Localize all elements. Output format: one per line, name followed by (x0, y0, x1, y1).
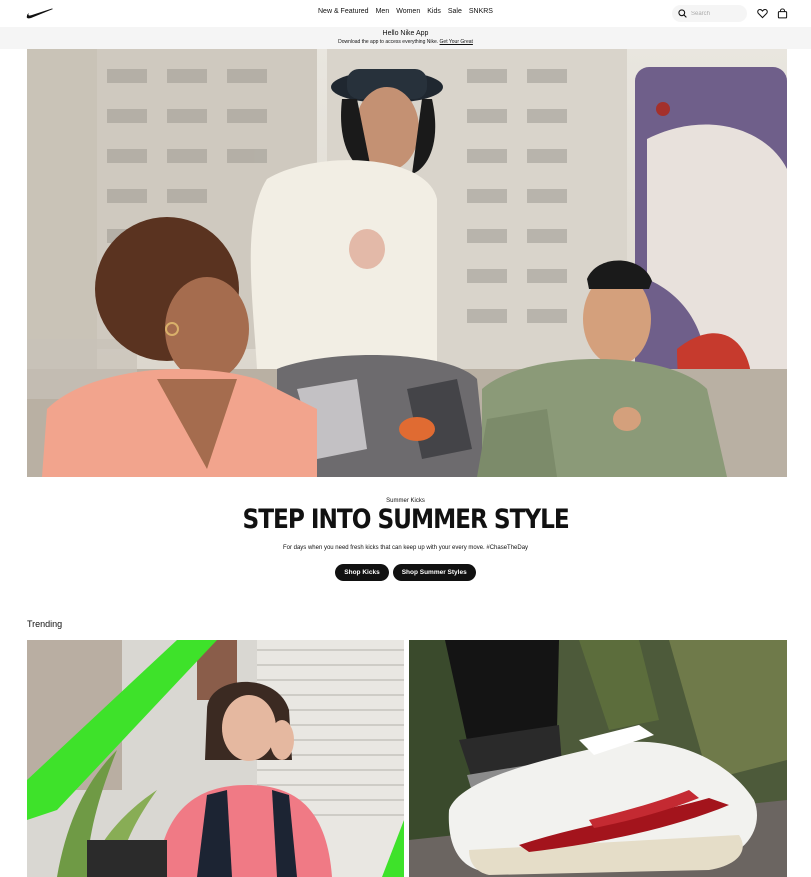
trending-tile-apparel[interactable] (27, 640, 404, 877)
heart-icon[interactable] (757, 8, 768, 19)
hero-image[interactable] (27, 49, 787, 477)
search-bar[interactable] (672, 5, 747, 22)
nav-sale[interactable]: Sale (444, 8, 465, 15)
trending-heading: Trending (27, 619, 63, 629)
shop-summer-styles-button[interactable]: Shop Summer Styles (392, 564, 476, 581)
banner-title: Hello Nike App (382, 30, 429, 37)
bag-icon[interactable] (777, 8, 788, 19)
hero-cta-row: Shop Kicks Shop Summer Styles (0, 564, 811, 581)
search-input[interactable] (691, 8, 743, 19)
trending-tile-shoe[interactable] (409, 640, 787, 877)
site-header: New & Featured Men Women Kids Sale SNKRS (0, 0, 811, 27)
banner-subtitle: Download the app to access everything Ni… (0, 39, 811, 45)
nav-snkrs[interactable]: SNKRS (465, 8, 496, 15)
nav-new-featured[interactable]: New & Featured (315, 8, 373, 15)
nav-women[interactable]: Women (393, 8, 424, 15)
get-your-great-link[interactable]: Get Your Great (440, 39, 473, 45)
hero-copy: Summer Kicks STEP INTO SUMMER STYLE For … (0, 498, 811, 581)
hero-subcopy: For days when you need fresh kicks that … (282, 545, 529, 551)
search-icon[interactable] (678, 9, 687, 18)
app-promo-banner: Hello Nike App Download the app to acces… (0, 27, 811, 49)
shop-kicks-button[interactable]: Shop Kicks (335, 564, 389, 581)
nav-men[interactable]: Men (372, 8, 393, 15)
nav-kids[interactable]: Kids (424, 8, 445, 15)
hero-headline: STEP INTO SUMMER STYLE (242, 504, 569, 535)
banner-subtitle-text: Download the app to access everything Ni… (338, 39, 439, 45)
